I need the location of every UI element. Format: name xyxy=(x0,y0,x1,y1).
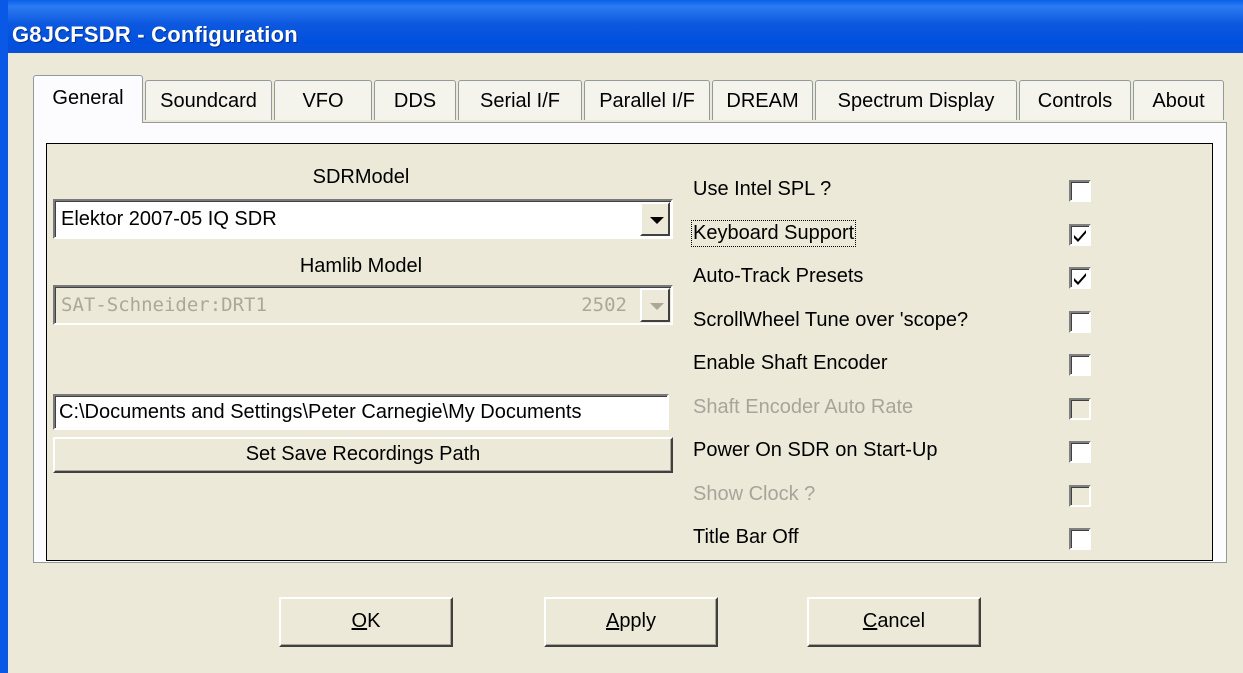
ok-button[interactable]: OK xyxy=(279,597,453,647)
option-checkbox[interactable] xyxy=(1069,223,1091,246)
option-label[interactable]: Use Intel SPL ? xyxy=(693,178,831,201)
set-save-recordings-path-button[interactable]: Set Save Recordings Path xyxy=(53,437,673,473)
tab-soundcard[interactable]: Soundcard xyxy=(145,80,272,120)
option-label: Shaft Encoder Auto Rate xyxy=(693,395,914,418)
window-title: G8JCFSDR - Configuration xyxy=(12,22,298,47)
tab-general[interactable]: General xyxy=(33,75,143,123)
ok-label-rest: K xyxy=(367,610,381,632)
tab-spectrum-display[interactable]: Spectrum Display xyxy=(815,80,1017,120)
tab-about[interactable]: About xyxy=(1133,80,1224,120)
apply-button[interactable]: Apply xyxy=(544,597,718,647)
tab-controls[interactable]: Controls xyxy=(1019,80,1131,120)
sdr-model-select[interactable]: Elektor 2007-05 IQ SDR xyxy=(53,199,673,239)
sdr-model-value: Elektor 2007-05 IQ SDR xyxy=(61,208,277,230)
tab-serial-if[interactable]: Serial I/F xyxy=(458,80,582,120)
option-checkbox xyxy=(1069,397,1091,420)
sdr-model-dropdown-button[interactable] xyxy=(640,202,670,236)
option-label[interactable]: Keyboard Support xyxy=(690,219,857,247)
title-bar[interactable]: G8JCFSDR - Configuration xyxy=(0,0,1243,53)
hamlib-model-value: SAT-Schneider:DRT1 xyxy=(61,294,267,316)
chevron-down-icon xyxy=(650,303,664,310)
tab-strip: General Soundcard VFO DDS Serial I/F Par… xyxy=(33,75,1233,123)
cancel-button[interactable]: Cancel xyxy=(807,597,981,647)
hamlib-model-label: Hamlib Model xyxy=(299,255,423,277)
option-checkbox[interactable] xyxy=(1069,528,1091,550)
sdr-model-label: SDRModel xyxy=(312,166,410,188)
tab-vfo[interactable]: VFO xyxy=(274,80,372,120)
option-checkbox[interactable] xyxy=(1069,180,1091,202)
option-checkbox[interactable] xyxy=(1069,354,1091,376)
tab-dream[interactable]: DREAM xyxy=(712,80,813,120)
checkmark-icon xyxy=(1074,229,1086,242)
option-label[interactable]: Power On SDR on Start-Up xyxy=(693,439,938,462)
hamlib-model-dropdown-button xyxy=(640,288,670,322)
tab-dds[interactable]: DDS xyxy=(374,80,456,120)
recordings-path-value: C:\Documents and Settings\Peter Carnegie… xyxy=(59,401,582,423)
recordings-path-input[interactable]: C:\Documents and Settings\Peter Carnegie… xyxy=(53,394,669,430)
option-checkbox[interactable] xyxy=(1069,310,1091,333)
option-label[interactable]: Enable Shaft Encoder xyxy=(693,352,888,375)
apply-mnemonic: A xyxy=(605,610,620,632)
chevron-down-icon xyxy=(650,217,664,224)
general-settings-group: SDRModel Elektor 2007-05 IQ SDR Hamlib M… xyxy=(46,143,1213,561)
option-checkbox xyxy=(1069,484,1091,507)
option-checkbox[interactable] xyxy=(1069,441,1091,463)
cancel-label-rest: ancel xyxy=(877,610,926,632)
apply-label-rest: pply xyxy=(619,610,657,632)
option-label: Show Clock ? xyxy=(693,482,816,505)
option-label[interactable]: Auto-Track Presets xyxy=(693,265,863,288)
hamlib-model-select: SAT-Schneider:DRT1 2502 xyxy=(53,285,673,325)
cancel-mnemonic: C xyxy=(862,610,878,632)
option-label[interactable]: ScrollWheel Tune over 'scope? xyxy=(693,309,968,332)
ok-mnemonic: O xyxy=(351,610,368,632)
hamlib-model-number: 2502 xyxy=(581,294,627,316)
checkmark-icon xyxy=(1074,273,1086,285)
option-checkbox[interactable] xyxy=(1069,267,1091,289)
window-left-frame xyxy=(0,0,8,673)
tab-panel-general: SDRModel Elektor 2007-05 IQ SDR Hamlib M… xyxy=(33,122,1227,563)
option-label[interactable]: Title Bar Off xyxy=(693,526,799,549)
tab-parallel-if[interactable]: Parallel I/F xyxy=(584,80,710,120)
configuration-window: G8JCFSDR - Configuration General Soundca… xyxy=(0,0,1243,673)
